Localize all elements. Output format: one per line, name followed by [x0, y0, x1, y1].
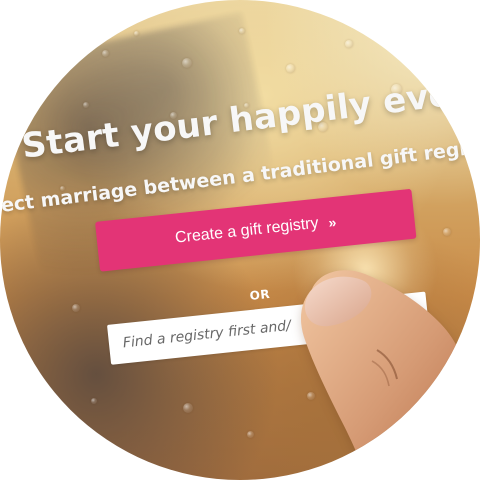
create-gift-registry-label: Create a gift registry [174, 214, 320, 247]
water-droplet [405, 410, 410, 415]
or-divider: OR [249, 286, 271, 303]
water-droplet [72, 304, 80, 312]
water-droplet [345, 40, 353, 48]
water-droplet [443, 228, 451, 236]
search-button[interactable] [381, 292, 429, 336]
water-droplet [102, 50, 109, 57]
water-droplet [247, 431, 254, 438]
hero-background: Start your happily ever a ect marriage b… [0, 0, 480, 480]
water-droplet [286, 64, 295, 73]
registry-hero-screen: Start your happily ever a ect marriage b… [0, 0, 480, 480]
registry-search-bar [107, 291, 430, 365]
water-droplet [239, 28, 245, 34]
double-chevron-right-icon: » [327, 213, 338, 231]
water-droplet [183, 403, 193, 413]
water-droplet [83, 102, 89, 108]
search-icon [398, 307, 413, 320]
registry-search-input[interactable] [107, 296, 386, 365]
water-droplet [307, 392, 315, 400]
water-droplet [182, 58, 192, 68]
water-droplet [134, 31, 139, 36]
water-droplet [91, 398, 97, 404]
